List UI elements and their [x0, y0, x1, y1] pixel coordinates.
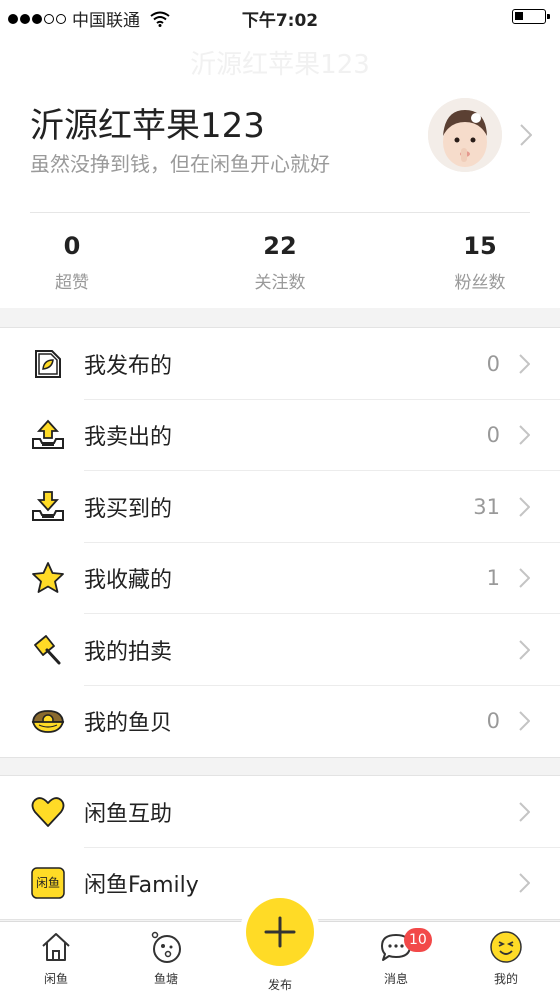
chevron-right-icon [519, 873, 530, 893]
menu-count: 0 [486, 423, 500, 448]
status-time: 下午7:02 [241, 11, 319, 31]
profile-motto: 虽然没挣到钱，但在闲鱼开心就好 [30, 152, 330, 176]
battery-icon [512, 9, 550, 24]
star-icon [32, 562, 64, 594]
menu-label: 我的鱼贝 [84, 711, 173, 737]
smiley-icon [490, 931, 522, 963]
menu-label: 我发布的 [84, 353, 173, 379]
menu-count: 1 [486, 566, 500, 591]
profile-divider [30, 212, 530, 213]
chevron-right-icon [519, 425, 530, 445]
chevron-right-icon [519, 568, 530, 588]
plus-icon [264, 916, 296, 948]
menu-item-auction[interactable]: 我的拍卖 [0, 614, 560, 686]
faded-nav-title: 沂源红苹果123 [190, 50, 370, 80]
menu-label: 我卖出的 [84, 425, 173, 451]
status-bar: 中国联通 下午7:02 [0, 0, 560, 32]
family-badge-text: 闲鱼 [36, 876, 60, 890]
avatar[interactable] [428, 98, 502, 172]
tab-label: 我的 [493, 972, 518, 986]
publish-button[interactable] [246, 898, 314, 966]
menu-item-mutual-help[interactable]: 闲鱼互助 [0, 776, 560, 848]
stat-value: 0 [63, 232, 81, 260]
menu-label: 闲鱼Family [84, 873, 199, 899]
menu-label: 我买到的 [84, 496, 173, 522]
document-leaf-icon [35, 349, 61, 378]
stat-label: 超赞 [55, 273, 89, 293]
chevron-right-icon [519, 640, 530, 660]
tray-upload-icon [32, 419, 64, 450]
tab-me[interactable]: 我的 [466, 930, 546, 987]
publish-label: 发布 [267, 978, 292, 992]
stat-followers[interactable]: 15 粉丝数 [410, 232, 550, 293]
menu-item-published[interactable]: 我发布的 0 [0, 328, 560, 400]
menu-group-trades: 我发布的 0 我卖出的 0 我买到的 31 我收藏的 1 我的拍卖 我的鱼贝 0 [0, 327, 560, 758]
messages-badge: 10 [404, 928, 432, 952]
menu-count: 31 [473, 494, 500, 519]
menu-item-shells[interactable]: 我的鱼贝 0 [0, 686, 560, 758]
heart-icon [31, 796, 65, 827]
menu-item-favorites[interactable]: 我收藏的 1 [0, 543, 560, 614]
shell-icon [31, 710, 65, 734]
profile-header[interactable]: 沂源红苹果123 沂源红苹果123 虽然没挣到钱，但在闲鱼开心就好 0 超赞 2… [0, 32, 560, 308]
stat-label: 粉丝数 [454, 273, 506, 293]
menu-count: 0 [486, 709, 500, 734]
tab-home[interactable]: 闲鱼 [16, 930, 96, 987]
stat-value: 15 [463, 232, 497, 260]
tab-label: 闲鱼 [43, 972, 68, 986]
profile-chevron-icon [520, 124, 532, 146]
menu-item-bought[interactable]: 我买到的 31 [0, 471, 560, 543]
menu-label: 我的拍卖 [84, 639, 173, 665]
family-badge-icon: 闲鱼 [31, 867, 65, 899]
tray-download-icon [32, 490, 64, 521]
stat-value: 22 [263, 232, 297, 260]
auction-hammer-icon [34, 634, 61, 665]
chevron-right-icon [519, 711, 530, 731]
tab-label: 鱼塘 [153, 972, 178, 986]
menu-count: 0 [486, 351, 500, 376]
chevron-right-icon [519, 497, 530, 517]
menu-item-sold[interactable]: 我卖出的 0 [0, 400, 560, 471]
tab-pond[interactable]: 鱼塘 [126, 930, 206, 987]
chevron-right-icon [519, 354, 530, 374]
chevron-right-icon [519, 802, 530, 822]
username: 沂源红苹果123 [30, 106, 265, 146]
stat-following[interactable]: 22 关注数 [210, 232, 350, 293]
house-icon [42, 933, 70, 961]
stat-likes[interactable]: 0 超赞 [2, 232, 142, 293]
pond-icon [151, 931, 181, 963]
tab-label: 消息 [383, 972, 408, 986]
stat-label: 关注数 [254, 273, 306, 293]
menu-label: 闲鱼互助 [84, 801, 173, 827]
menu-label: 我收藏的 [84, 568, 173, 594]
